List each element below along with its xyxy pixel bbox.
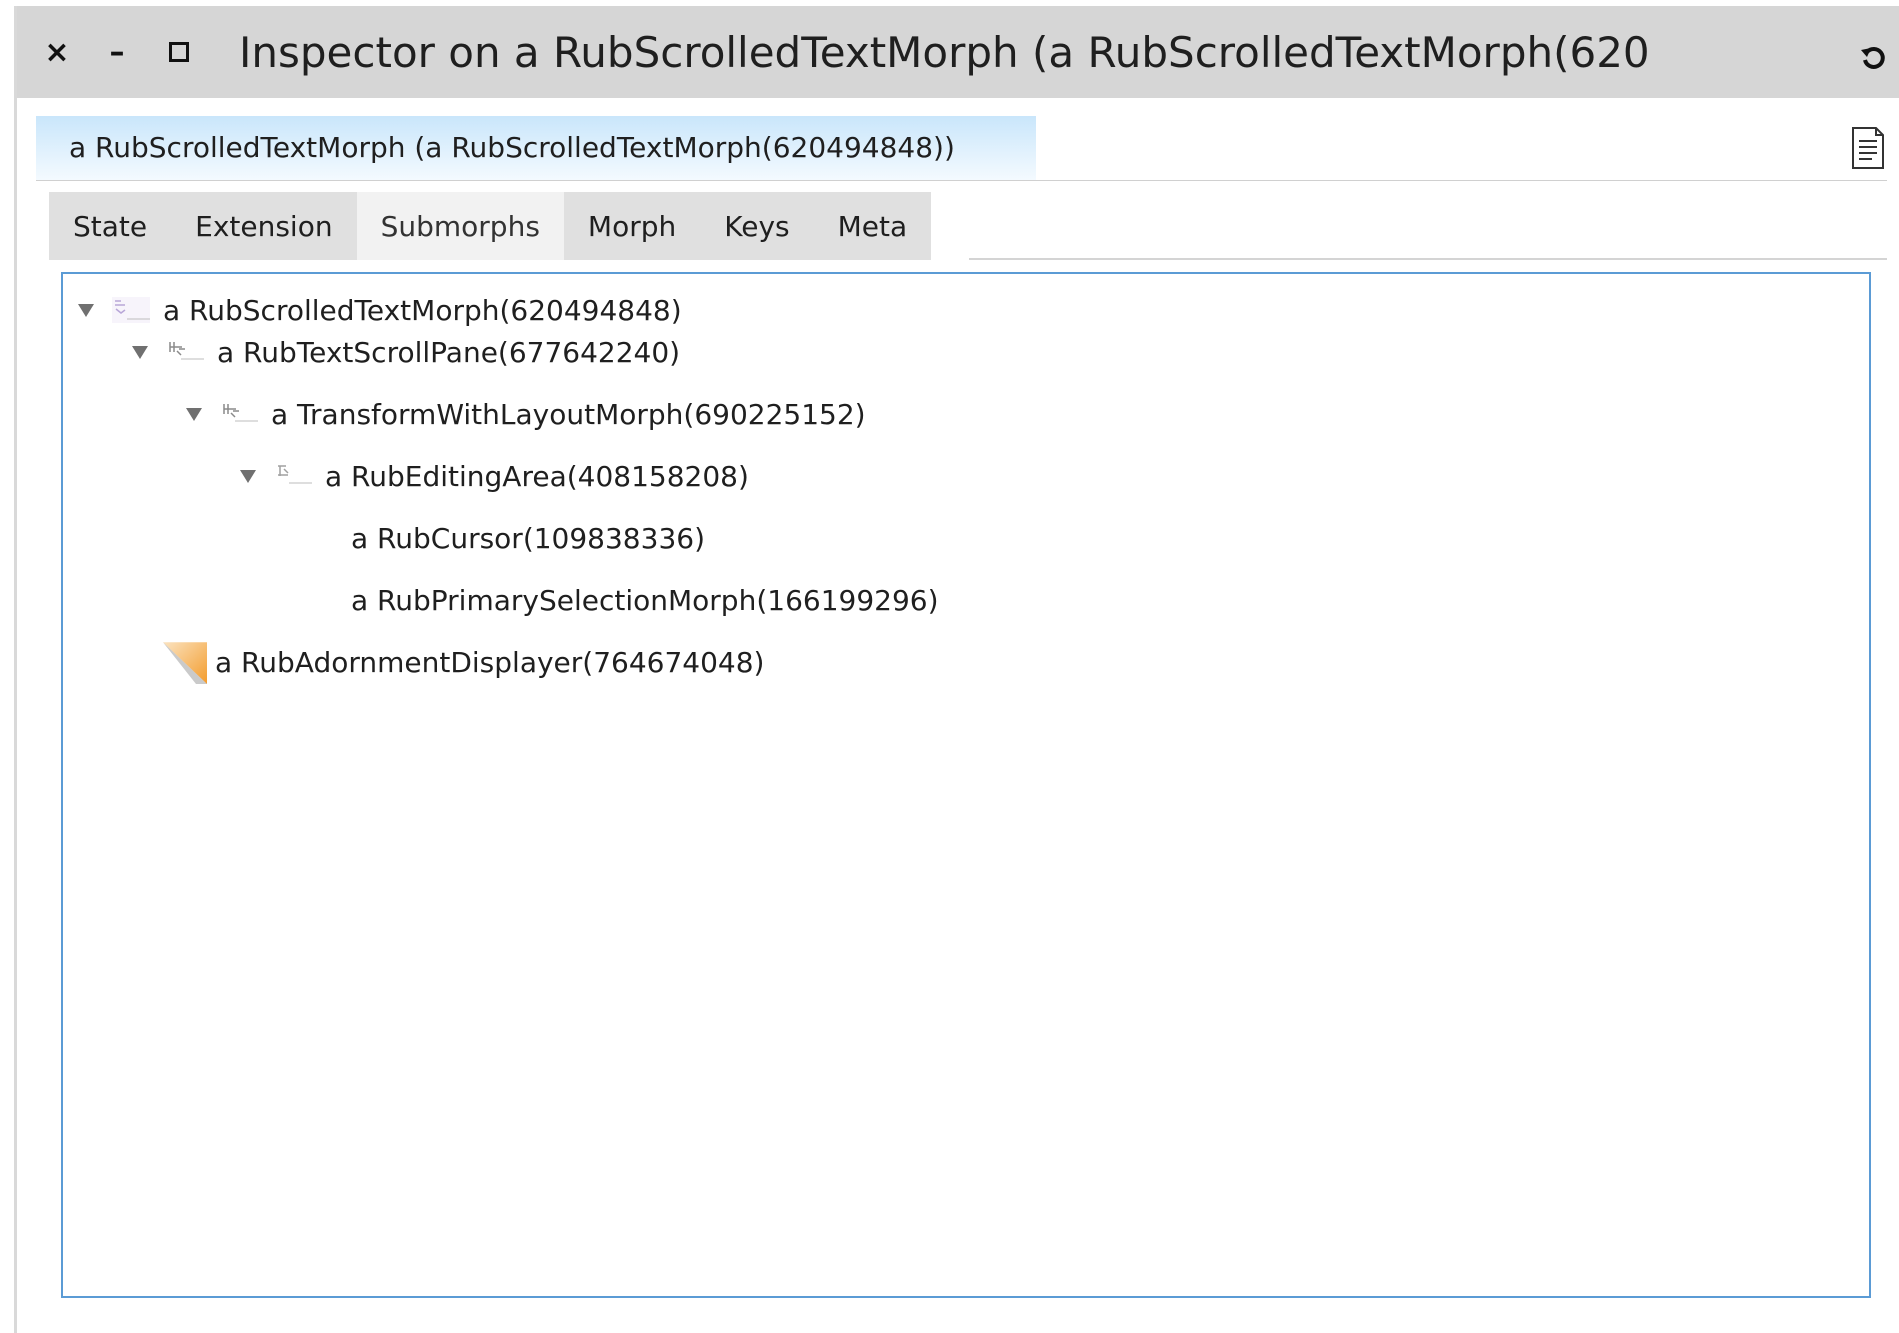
expand-toggle[interactable] (75, 299, 97, 321)
document-icon (1852, 127, 1884, 169)
minimize-icon: – (109, 34, 125, 70)
tree-node[interactable]: a TransformWithLayoutMorph(690225152) (183, 384, 866, 444)
title-bar[interactable]: × – Inspector on a RubScrolledTextMorph … (17, 6, 1899, 98)
tab-state[interactable]: State (49, 192, 171, 260)
window-menu-button[interactable] (1857, 42, 1889, 74)
tab-bar: State Extension Submorphs Morph Keys Met… (49, 192, 932, 260)
morph-thumbnail-icon (169, 342, 204, 360)
expand-toggle[interactable] (237, 465, 259, 487)
tree-node[interactable]: a RubCursor(109838336) (351, 508, 705, 568)
tabs-divider (969, 258, 1887, 260)
rotate-icon (1861, 46, 1885, 69)
maximize-button[interactable] (163, 36, 195, 68)
tree-node[interactable]: a RubPrimarySelectionMorph(166199296) (351, 570, 939, 630)
triangle-down-icon (132, 346, 148, 359)
header-divider (1017, 180, 1887, 181)
tree-node[interactable]: a RubTextScrollPane(677642240) (129, 322, 680, 382)
morph-thumbnail-icon (112, 297, 150, 323)
morph-thumbnail-icon (223, 404, 258, 422)
tab-morph[interactable]: Morph (564, 192, 700, 260)
tree-node-label: a RubTextScrollPane(677642240) (217, 335, 681, 369)
inspect-action-button[interactable] (1850, 126, 1886, 170)
inspector-window: × – Inspector on a RubScrolledTextMorph … (14, 6, 1899, 1333)
inspected-object-label: a RubScrolledTextMorph (a RubScrolledTex… (69, 131, 955, 164)
tree-node[interactable]: a RubEditingArea(408158208) (237, 446, 749, 506)
tree-node-label: a RubPrimarySelectionMorph(166199296) (351, 583, 939, 617)
tab-keys[interactable]: Keys (700, 192, 813, 260)
close-icon: × (44, 34, 70, 70)
expand-toggle[interactable] (183, 403, 205, 425)
close-button[interactable]: × (41, 34, 73, 70)
submorphs-tree[interactable]: a RubScrolledTextMorph(620494848) a RubT… (61, 272, 1871, 1298)
triangle-down-icon (186, 408, 202, 421)
tree-node-label: a RubCursor(109838336) (351, 521, 705, 555)
orange-corner-icon (163, 642, 207, 684)
tree-node-label: a RubAdornmentDisplayer(764674048) (215, 645, 765, 679)
minimize-button[interactable]: – (101, 34, 133, 70)
triangle-down-icon (78, 304, 94, 317)
tab-submorphs[interactable]: Submorphs (356, 192, 565, 260)
inspected-object-header: a RubScrolledTextMorph (a RubScrolledTex… (36, 116, 1036, 181)
maximize-icon (169, 42, 189, 62)
window-title: Inspector on a RubScrolledTextMorph (a R… (239, 28, 1650, 77)
tree-node-label: a TransformWithLayoutMorph(690225152) (271, 397, 866, 431)
expand-toggle[interactable] (129, 341, 151, 363)
tree-node-label: a RubEditingArea(408158208) (325, 459, 749, 493)
tab-meta[interactable]: Meta (814, 192, 932, 260)
triangle-down-icon (240, 470, 256, 483)
tree-node[interactable]: a RubAdornmentDisplayer(764674048) (163, 632, 764, 692)
tab-extension[interactable]: Extension (171, 192, 356, 260)
morph-thumbnail-icon (278, 465, 312, 484)
